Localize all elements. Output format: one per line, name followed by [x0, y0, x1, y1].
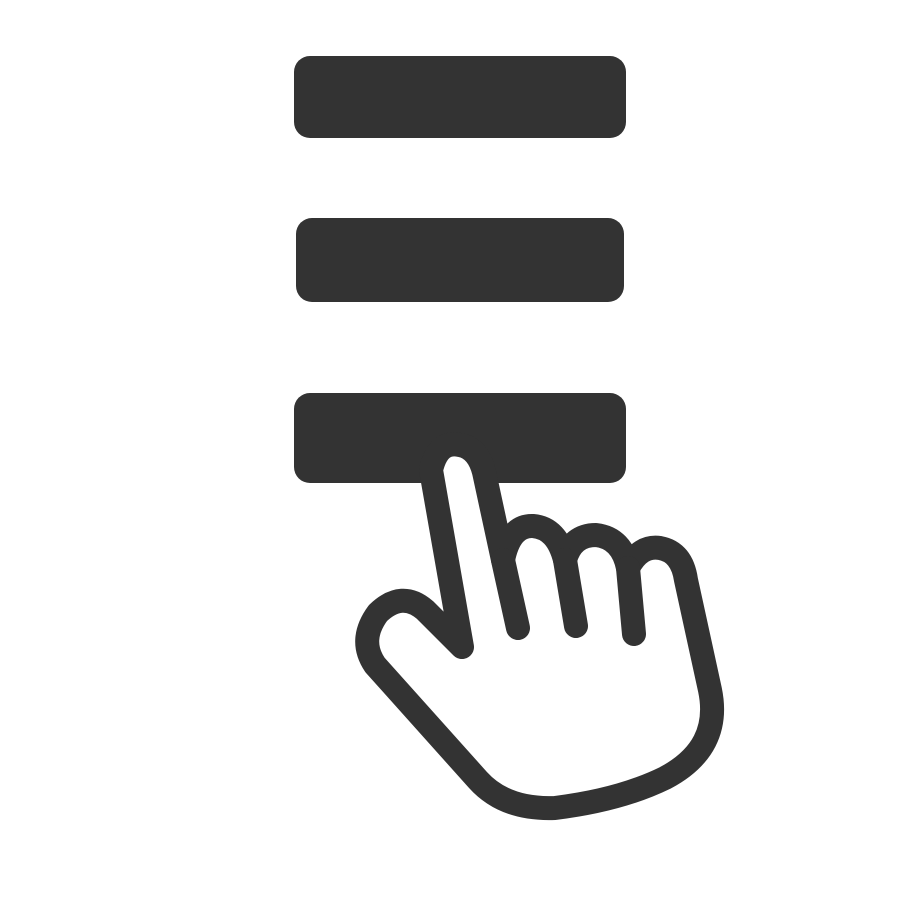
menu-bar-top — [294, 56, 626, 138]
finger-line-3 — [616, 556, 646, 646]
menu-bar-middle — [296, 218, 624, 302]
finger-line-2 — [553, 548, 588, 638]
finger-line-1 — [491, 548, 530, 640]
hamburger-menu-icon — [294, 56, 626, 483]
hand-fill — [367, 444, 713, 809]
menu-tap-icon — [294, 56, 725, 821]
pointing-hand-icon — [355, 432, 725, 821]
menu-tap-illustration — [0, 0, 900, 900]
